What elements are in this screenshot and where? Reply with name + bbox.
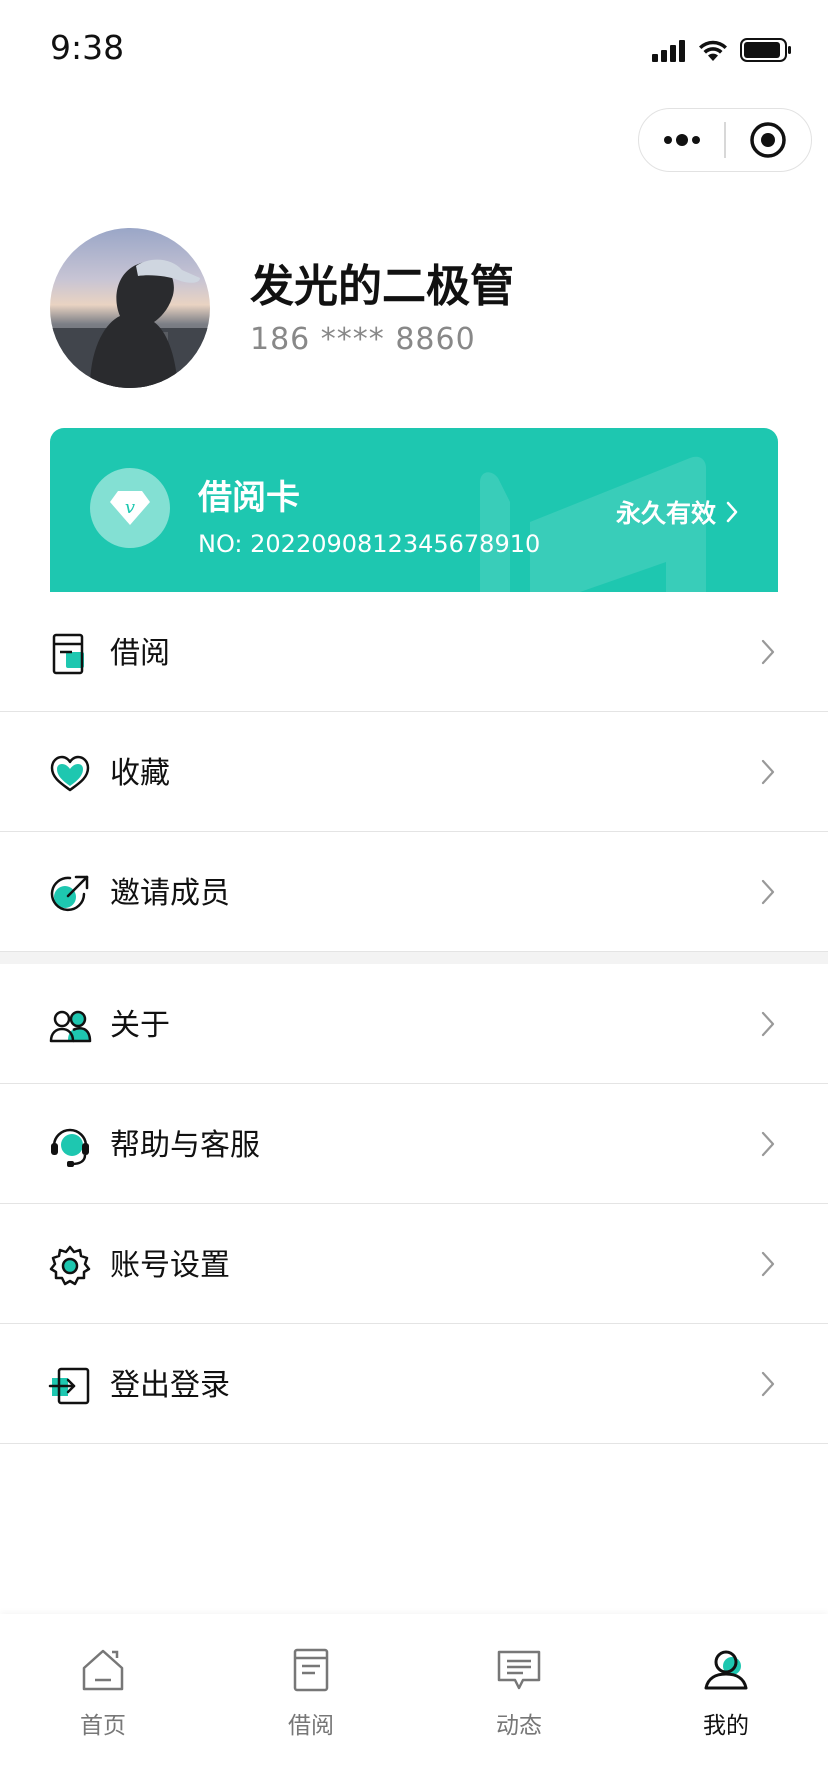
menu-item-favorites[interactable]: 收藏 <box>0 712 828 832</box>
user-phone: 186 **** 8860 <box>250 322 476 357</box>
wifi-icon <box>699 40 727 61</box>
user-name: 发光的二极管 <box>250 261 514 312</box>
battery-icon <box>740 38 791 62</box>
menu-label: 帮助与客服 <box>110 1128 260 1163</box>
target-icon <box>750 122 787 158</box>
book-icon <box>52 633 84 675</box>
status-icons <box>652 36 792 62</box>
menu-label: 邀请成员 <box>110 876 230 911</box>
tab-bar: 首页 借阅 动态 我的 <box>0 1614 828 1792</box>
headset-icon <box>51 1128 89 1167</box>
chevron-right-icon <box>726 501 738 523</box>
status-time: 9:38 <box>50 28 125 67</box>
message-icon <box>497 1650 541 1690</box>
tab-mine[interactable]: 我的 <box>646 1628 806 1739</box>
tab-label: 动态 <box>496 1713 542 1739</box>
signal-icon <box>652 40 685 62</box>
menu-label: 收藏 <box>110 756 170 791</box>
people-icon <box>49 1010 92 1043</box>
gem-letter: v <box>125 497 135 518</box>
logout-icon <box>48 1367 90 1405</box>
section-divider <box>0 952 828 964</box>
menu-item-account-settings[interactable]: 账号设置 <box>0 1204 828 1324</box>
menu-label: 借阅 <box>110 636 170 671</box>
close-miniapp-button[interactable] <box>726 109 811 171</box>
card-gem-badge: v <box>90 468 170 548</box>
capsule-menu <box>638 108 812 172</box>
menu-label: 账号设置 <box>110 1248 230 1283</box>
menu-item-logout[interactable]: 登出登录 <box>0 1324 828 1444</box>
menu-label: 登出登录 <box>110 1368 230 1403</box>
menu-label: 关于 <box>110 1008 170 1043</box>
menu-item-invite[interactable]: 邀请成员 <box>0 832 828 952</box>
chevron-right-icon <box>761 1371 775 1397</box>
chevron-right-icon <box>761 1131 775 1157</box>
tab-label: 我的 <box>703 1713 749 1739</box>
avatar-photo <box>50 259 210 388</box>
tab-activity[interactable]: 动态 <box>439 1628 599 1739</box>
tab-home[interactable]: 首页 <box>23 1628 183 1739</box>
card-validity-link[interactable]: 永久有效 <box>616 494 738 530</box>
library-card[interactable]: v 借阅卡 NO: 2022090812345678910 永久有效 <box>50 428 778 592</box>
chevron-right-icon <box>761 639 775 665</box>
tab-borrow[interactable]: 借阅 <box>231 1628 391 1739</box>
diamond-icon: v <box>110 491 150 525</box>
menu-item-borrow[interactable]: 借阅 <box>0 592 828 712</box>
tab-label: 借阅 <box>288 1713 334 1739</box>
heart-icon <box>50 755 90 792</box>
card-title: 借阅卡 <box>198 478 300 518</box>
avatar[interactable] <box>50 228 210 388</box>
more-button[interactable] <box>639 109 724 171</box>
more-dots-icon <box>663 134 700 146</box>
book-icon <box>293 1648 329 1692</box>
home-icon <box>82 1649 124 1691</box>
chevron-right-icon <box>761 879 775 905</box>
chevron-right-icon <box>761 1251 775 1277</box>
card-number: NO: 2022090812345678910 <box>198 530 541 558</box>
card-validity-text: 永久有效 <box>615 499 716 528</box>
gear-icon <box>49 1245 91 1286</box>
share-icon <box>50 875 89 912</box>
menu-item-about[interactable]: 关于 <box>0 964 828 1084</box>
user-icon <box>704 1650 748 1690</box>
tab-label: 首页 <box>80 1713 126 1739</box>
chevron-right-icon <box>761 1011 775 1037</box>
menu-item-help[interactable]: 帮助与客服 <box>0 1084 828 1204</box>
chevron-right-icon <box>761 759 775 785</box>
